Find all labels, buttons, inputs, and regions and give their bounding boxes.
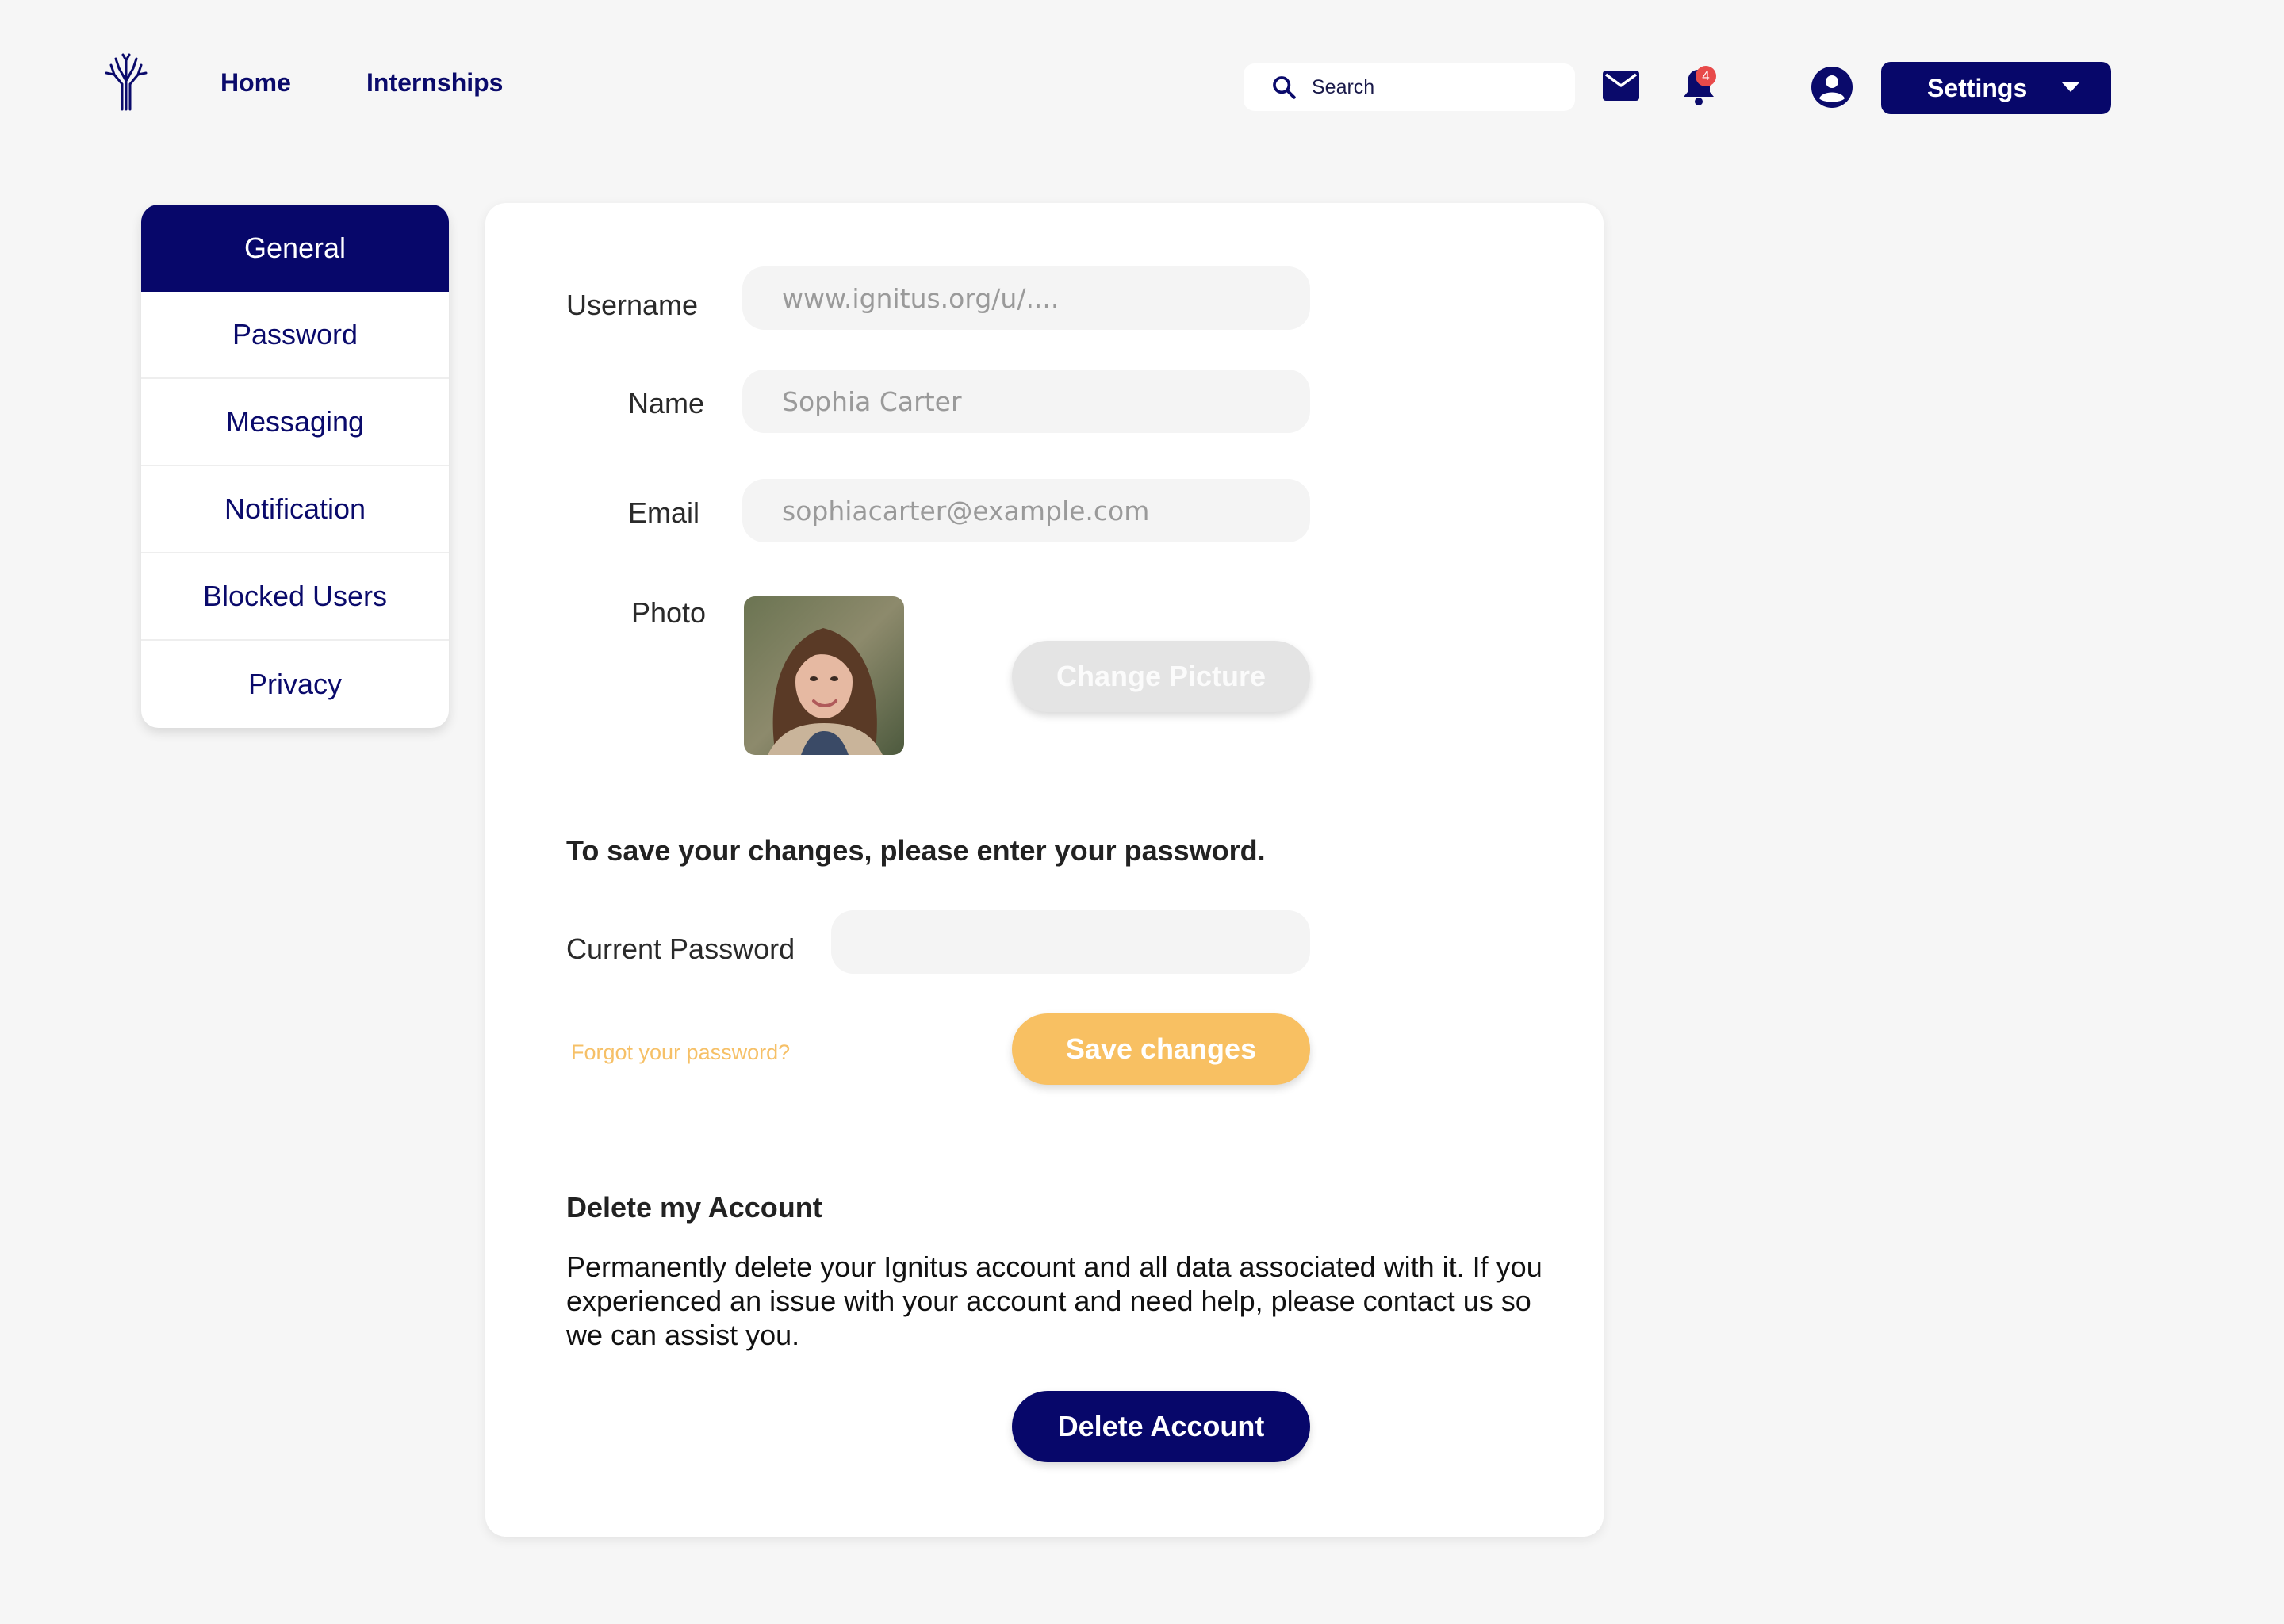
username-label: Username: [566, 289, 699, 321]
side-menu-item-blocked-users[interactable]: Blocked Users: [141, 553, 449, 641]
search-icon: [1273, 76, 1296, 99]
delete-account-description: Permanently delete your Ignitus account …: [566, 1251, 1542, 1351]
settings-side-menu: General Password Messaging Notification …: [141, 205, 449, 728]
name-input[interactable]: [742, 370, 1310, 433]
email-input[interactable]: [742, 479, 1310, 542]
side-menu-item-privacy[interactable]: Privacy: [141, 641, 449, 728]
change-picture-button[interactable]: Change Picture: [1012, 641, 1310, 712]
caret-down-icon: [2062, 82, 2079, 92]
mail-icon[interactable]: [1602, 70, 1640, 102]
name-label: Name: [628, 387, 705, 419]
nav-home-link[interactable]: Home: [220, 68, 291, 98]
account-circle-icon[interactable]: [1811, 67, 1853, 108]
delete-account-title: Delete my Account: [566, 1191, 822, 1224]
password-prompt: To save your changes, please enter your …: [566, 834, 1266, 867]
side-menu-item-password[interactable]: Password: [141, 292, 449, 379]
email-label: Email: [628, 496, 700, 529]
search-input[interactable]: [1310, 75, 1564, 100]
search-box[interactable]: [1244, 63, 1575, 111]
current-password-label: Current Password: [566, 933, 795, 965]
delete-account-button[interactable]: Delete Account: [1012, 1391, 1310, 1462]
side-menu-item-general[interactable]: General: [141, 205, 449, 292]
photo-label: Photo: [631, 596, 707, 629]
side-menu-item-messaging[interactable]: Messaging: [141, 379, 449, 466]
forgot-password-link[interactable]: Forgot your password?: [571, 1040, 790, 1065]
settings-label: Settings: [1927, 73, 2028, 102]
tree-logo-icon[interactable]: [103, 52, 149, 111]
save-changes-button[interactable]: Save changes: [1012, 1013, 1310, 1085]
nav-internships-link[interactable]: Internships: [366, 68, 503, 98]
notification-badge: 4: [1696, 66, 1716, 86]
settings-dropdown-button[interactable]: Settings: [1881, 62, 2111, 114]
profile-photo-image: [744, 596, 904, 755]
current-password-input[interactable]: [831, 910, 1310, 974]
profile-photo: [744, 596, 904, 755]
username-input[interactable]: [742, 266, 1310, 330]
side-menu-item-notification[interactable]: Notification: [141, 466, 449, 553]
